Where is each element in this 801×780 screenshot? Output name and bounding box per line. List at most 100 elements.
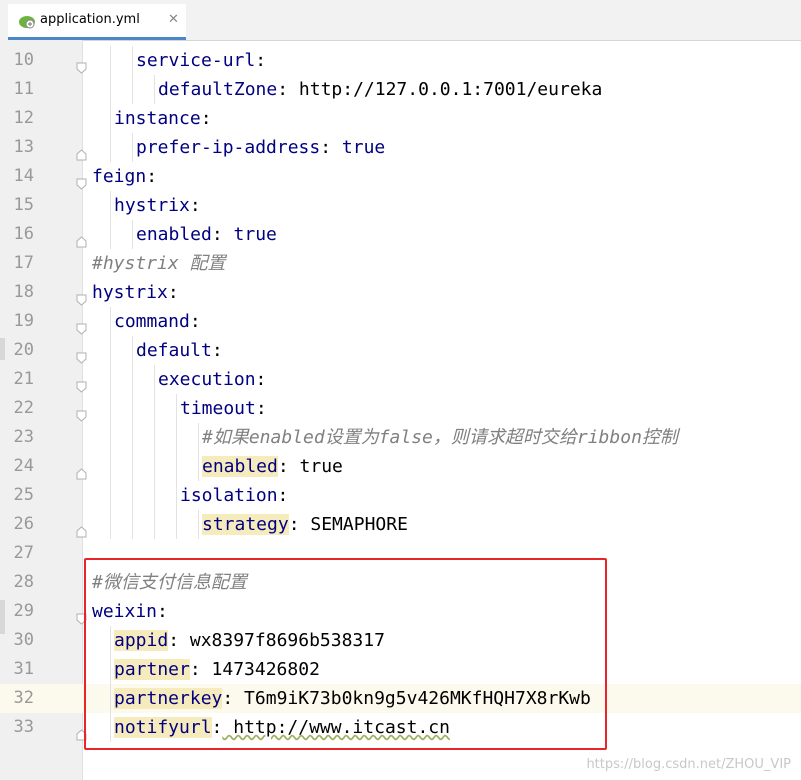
indent-guide — [154, 75, 155, 104]
indent-guide — [132, 510, 133, 539]
yaml-key: enabled — [202, 456, 278, 477]
indent-guide — [110, 104, 111, 133]
indent-guide — [154, 452, 155, 481]
indent-guide — [154, 394, 155, 423]
indent-guide — [110, 191, 111, 220]
code-line[interactable]: 21 execution: — [0, 365, 801, 394]
yaml-key: defaultZone — [158, 79, 278, 100]
yaml-separator: : — [320, 137, 332, 158]
fold-marker-icon[interactable] — [76, 228, 87, 248]
code-line[interactable]: 20 default: — [0, 336, 801, 365]
line-number: 21 — [13, 369, 34, 389]
indent-guide — [132, 423, 133, 452]
yaml-separator: : — [167, 282, 179, 303]
tab-application-yml[interactable]: application.yml ✕ — [8, 4, 186, 40]
indent-guide — [110, 394, 111, 423]
code-text: hystrix: — [92, 278, 179, 307]
yaml-separator: : — [277, 79, 289, 100]
code-line[interactable]: 13 prefer-ip-address: true — [0, 133, 801, 162]
indent-guide — [110, 75, 111, 104]
yaml-key: execution — [158, 369, 256, 390]
yaml-key: enabled — [136, 224, 212, 245]
indent-guide — [110, 46, 111, 75]
code-text: command: — [114, 307, 201, 336]
editor-tab-bar: application.yml ✕ — [0, 0, 801, 41]
indent-guide — [154, 481, 155, 510]
yaml-separator: : — [200, 108, 212, 129]
line-number: 23 — [13, 427, 34, 447]
code-text: instance: — [114, 104, 212, 133]
indent-guide — [110, 365, 111, 394]
yaml-key: strategy — [202, 514, 289, 535]
yaml-value: true — [288, 456, 343, 477]
close-icon[interactable]: ✕ — [168, 12, 179, 27]
indent-guide — [132, 481, 133, 510]
line-number: 24 — [13, 456, 34, 476]
line-number: 28 — [13, 572, 34, 592]
code-line[interactable]: 12 instance: — [0, 104, 801, 133]
code-line[interactable]: 14 feign: — [0, 162, 801, 191]
indent-guide — [132, 75, 133, 104]
fold-marker-icon[interactable] — [76, 315, 87, 335]
indent-guide — [132, 365, 133, 394]
line-number: 13 — [13, 137, 34, 157]
code-line[interactable]: 16 enabled: true — [0, 220, 801, 249]
fold-marker-icon[interactable] — [76, 460, 87, 480]
fold-marker-icon[interactable] — [76, 286, 87, 306]
highlight-box — [84, 558, 607, 750]
fold-marker-icon[interactable] — [76, 54, 87, 74]
indent-guide — [110, 452, 111, 481]
yaml-key: hystrix — [114, 195, 190, 216]
line-number: 32 — [13, 688, 34, 708]
indent-guide — [110, 220, 111, 249]
fold-marker-icon[interactable] — [76, 402, 87, 422]
line-number: 10 — [13, 50, 34, 70]
code-line[interactable]: 11 defaultZone: http://127.0.0.1:7001/eur… — [0, 75, 801, 104]
indent-guide — [154, 365, 155, 394]
code-line[interactable]: 24 enabled: true — [0, 452, 801, 481]
code-text: strategy: SEMAPHORE — [202, 510, 408, 539]
yaml-key: default — [136, 340, 212, 361]
line-number: 29 — [13, 601, 34, 621]
yaml-key: command — [114, 311, 190, 332]
yaml-separator: : — [277, 485, 289, 506]
line-number: 20 — [13, 340, 34, 360]
line-number: 17 — [13, 253, 34, 273]
code-text: timeout: — [180, 394, 267, 423]
code-text: enabled: true — [136, 220, 277, 249]
indent-guide — [132, 394, 133, 423]
fold-marker-icon[interactable] — [76, 344, 87, 364]
fold-marker-icon[interactable] — [76, 373, 87, 393]
yaml-key: service-url — [136, 50, 256, 71]
indent-guide — [110, 510, 111, 539]
line-number: 12 — [13, 108, 34, 128]
code-text: #hystrix 配置 — [92, 249, 226, 278]
code-line[interactable]: 18 hystrix: — [0, 278, 801, 307]
indent-guide — [110, 481, 111, 510]
code-line[interactable]: 26 strategy: SEMAPHORE — [0, 510, 801, 539]
fold-marker-icon[interactable] — [76, 518, 87, 538]
yaml-separator: : — [277, 456, 289, 477]
yaml-separator: : — [255, 398, 267, 419]
fold-marker-icon[interactable] — [76, 170, 87, 190]
code-line[interactable]: 10 service-url: — [0, 46, 801, 75]
code-text: isolation: — [180, 481, 288, 510]
indent-guide — [176, 481, 177, 510]
yaml-key: feign — [92, 166, 147, 187]
indent-guide — [132, 133, 133, 162]
code-text: service-url: — [136, 46, 266, 75]
indent-guide — [198, 452, 199, 481]
watermark: https://blog.csdn.net/ZHOU_VIP — [586, 757, 791, 772]
code-line[interactable]: 25 isolation: — [0, 481, 801, 510]
indent-guide — [154, 510, 155, 539]
indent-guide — [176, 394, 177, 423]
fold-marker-icon[interactable] — [76, 141, 87, 161]
code-line[interactable]: 19 command: — [0, 307, 801, 336]
code-line[interactable]: 15 hystrix: — [0, 191, 801, 220]
indent-guide — [132, 452, 133, 481]
yaml-comment: #hystrix 配置 — [92, 253, 226, 274]
yaml-key: prefer-ip-address — [136, 137, 321, 158]
code-line[interactable]: 17 #hystrix 配置 — [0, 249, 801, 278]
code-line[interactable]: 22 timeout: — [0, 394, 801, 423]
code-line[interactable]: 23 #如果enabled设置为false，则请求超时交给ribbon控制 — [0, 423, 801, 452]
